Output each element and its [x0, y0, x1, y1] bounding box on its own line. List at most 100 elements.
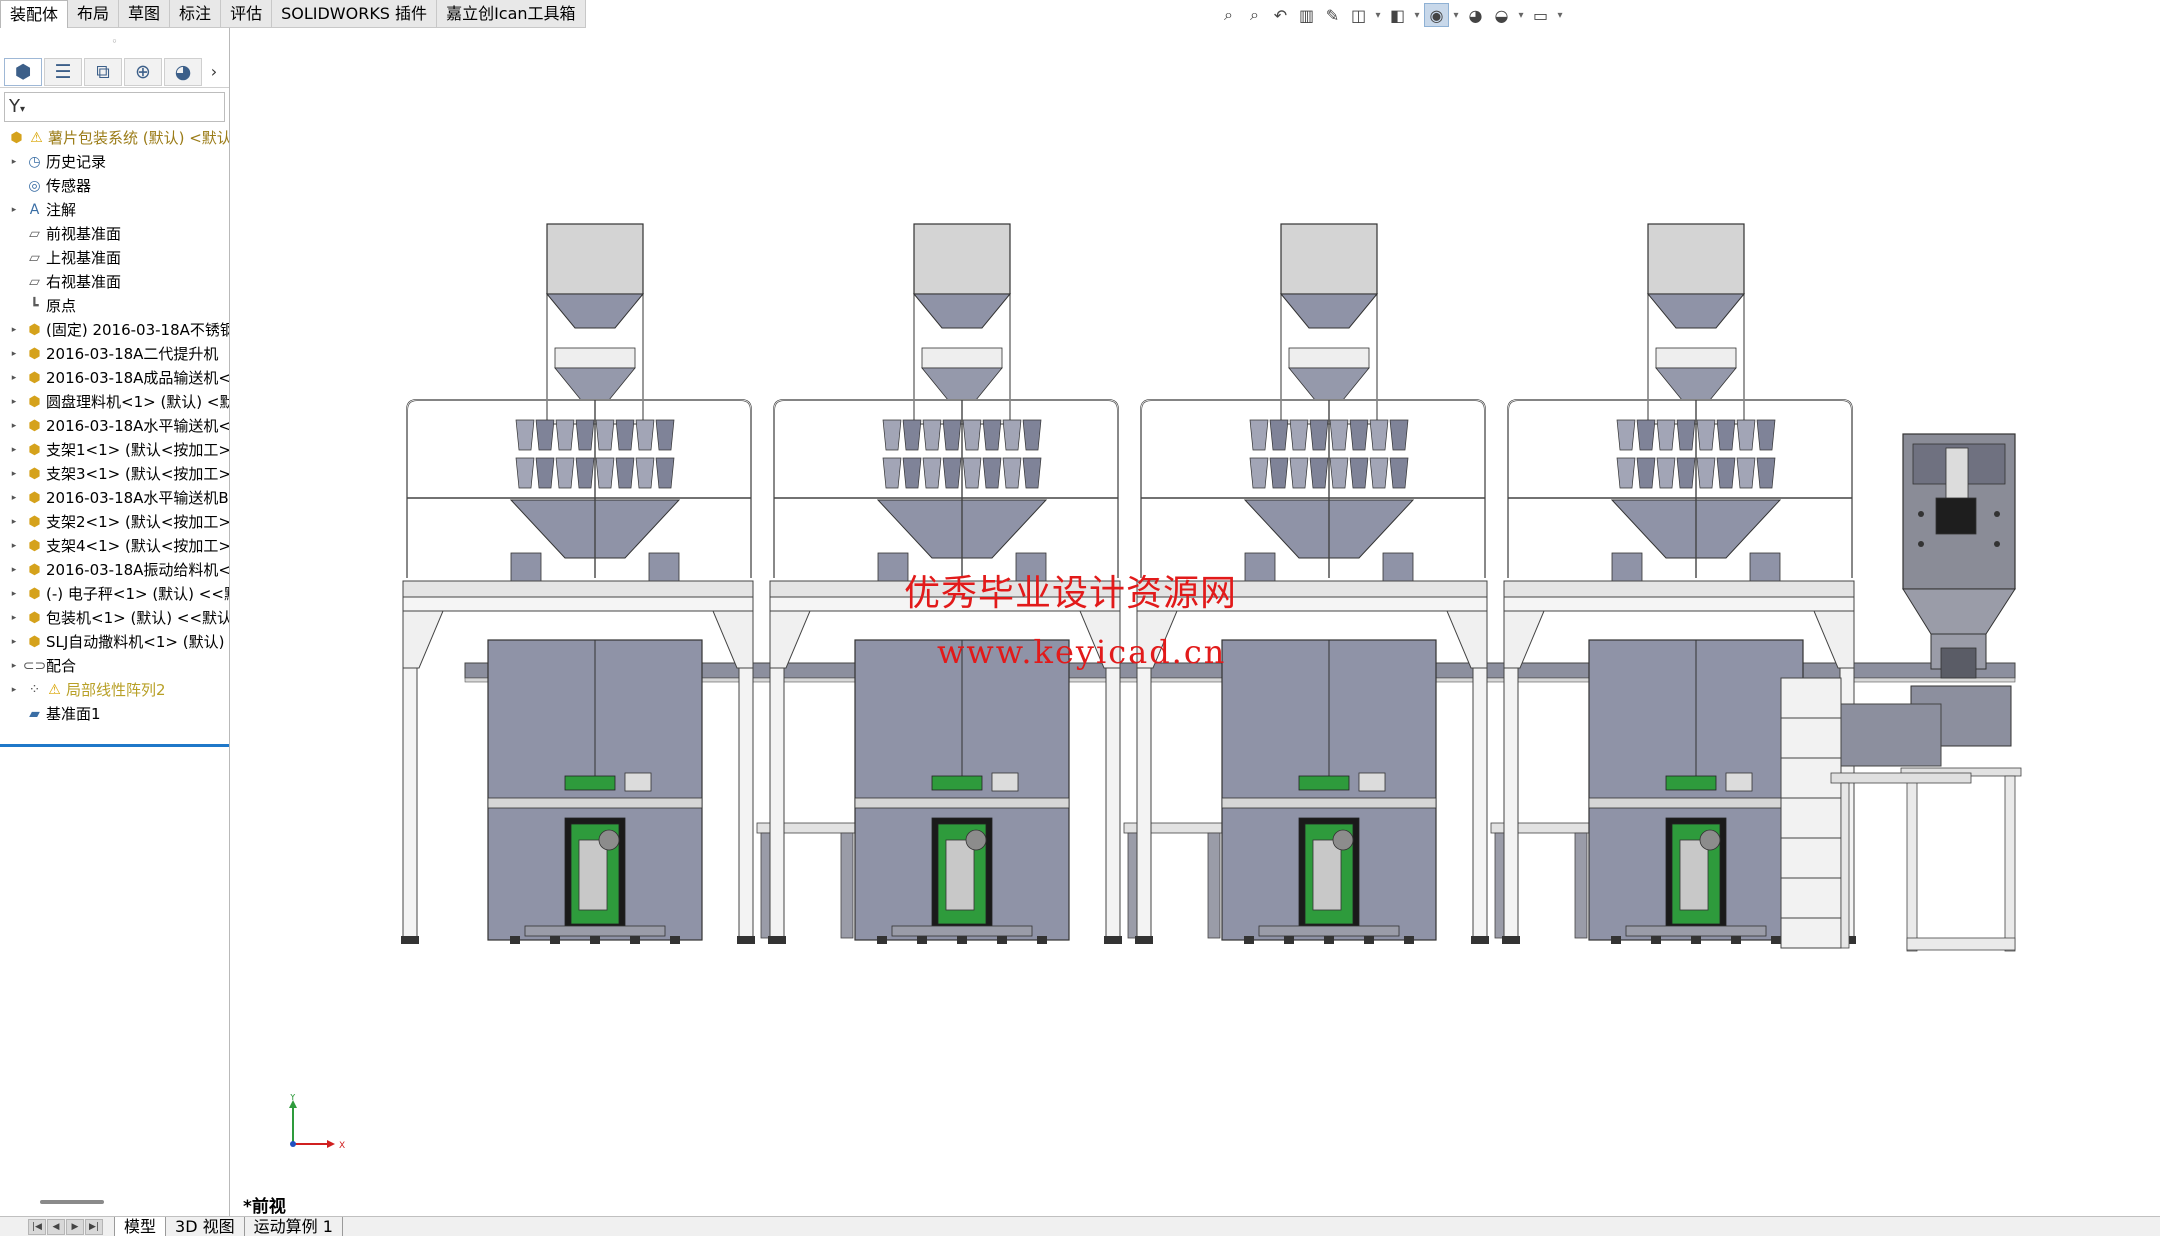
- expand-arrow-icon[interactable]: ▸: [9, 150, 19, 174]
- view-orientation-icon[interactable]: ◫: [1346, 3, 1371, 27]
- expand-arrow-icon[interactable]: ▸: [9, 390, 19, 414]
- tree-item[interactable]: ▸ ⬢ 支架1<1> (默认<按加工>: [0, 438, 229, 462]
- triad-y-label: Y: [289, 1094, 296, 1103]
- coordinate-triad: Y X: [289, 1094, 345, 1151]
- tree-item-label: 注解: [46, 201, 77, 219]
- tree-item[interactable]: ▸ A 注解: [0, 198, 229, 222]
- tree-item[interactable]: ▸ ⬢ 圆盘理料机<1> (默认) <默: [0, 390, 229, 414]
- tree-item[interactable]: ▸ ⬢ 2016-03-18A水平输送机B: [0, 486, 229, 510]
- horizontal-scrollbar[interactable]: [40, 1200, 104, 1204]
- tree-item[interactable]: ▸ ◷ 历史记录: [0, 150, 229, 174]
- expand-arrow-icon[interactable]: ▸: [9, 486, 19, 510]
- tab-scroll-button[interactable]: ▶: [66, 1218, 84, 1235]
- expand-arrow-icon[interactable]: ▸: [9, 198, 19, 222]
- tree-item[interactable]: ▱ 右视基准面: [0, 270, 229, 294]
- configuration-manager-icon[interactable]: ⧉: [84, 57, 122, 86]
- tree-item[interactable]: ▸ ⁘ ⚠ 局部线性阵列2: [0, 678, 229, 702]
- tree-item[interactable]: ▸ ⬢ 2016-03-18A振动给料机<: [0, 558, 229, 582]
- tree-item[interactable]: ▸ ⬢ 2016-03-18A成品输送机<: [0, 366, 229, 390]
- tree-item-label: 局部线性阵列2: [66, 681, 166, 699]
- expand-arrow-icon[interactable]: ▸: [9, 630, 19, 654]
- tree-item[interactable]: ▸ ⬢ ⚠ 薯片包装系统 (默认) <默认: [0, 126, 229, 150]
- edit-appearance-icon[interactable]: ◕: [1463, 3, 1488, 27]
- model-tabs: 模型 3D 视图 运动算例 1: [114, 1216, 343, 1236]
- expand-arrow-icon[interactable]: ▸: [9, 654, 19, 678]
- tree-item[interactable]: ▱ 前视基准面: [0, 222, 229, 246]
- tree-item-label: (固定) 2016-03-18A不锈钢: [46, 321, 229, 339]
- tree-item-label: SLJ自动撒料机<1> (默认): [46, 633, 225, 651]
- display-manager-icon[interactable]: ◕: [164, 57, 202, 86]
- panel-splitter-handle[interactable]: ◦: [0, 28, 229, 56]
- ribbon-tab[interactable]: 评估: [221, 0, 273, 28]
- expand-arrow-icon[interactable]: ▸: [9, 558, 19, 582]
- property-manager-icon[interactable]: ☰: [44, 57, 82, 86]
- expand-arrow-icon[interactable]: ▸: [9, 510, 19, 534]
- ribbon-tab[interactable]: SOLIDWORKS 插件: [272, 0, 438, 28]
- tree-item[interactable]: ▸ ⬢ 2016-03-18A二代提升机: [0, 342, 229, 366]
- zoom-to-area-icon[interactable]: ⌕: [1242, 3, 1267, 27]
- heads-up-view-toolbar: ⌕ ⌕ ↶ ▥ ✎ ◫ ▾ ◧ ▾ ◉ ▾ ◕ ◒ ▾ ▭ ▾: [1216, 3, 1566, 27]
- tree-item[interactable]: ▸ ⬢ (固定) 2016-03-18A不锈钢: [0, 318, 229, 342]
- tab-scroll-button[interactable]: |◀: [28, 1218, 46, 1235]
- chevron-down-icon[interactable]: ▾: [1515, 3, 1527, 27]
- apply-scene-icon[interactable]: ◒: [1489, 3, 1514, 27]
- part-icon: ⬢: [28, 394, 41, 410]
- ribbon-tab[interactable]: 标注: [170, 0, 222, 28]
- more-tabs-icon[interactable]: ›: [204, 58, 224, 86]
- chevron-down-icon[interactable]: ▾: [1372, 3, 1384, 27]
- tree-item-label: 圆盘理料机<1> (默认) <默: [46, 393, 229, 411]
- display-style-icon[interactable]: ◧: [1385, 3, 1410, 27]
- filter-input[interactable]: Y▾: [4, 92, 225, 122]
- ribbon-tab[interactable]: 布局: [68, 0, 120, 28]
- chevron-down-icon[interactable]: ▾: [1554, 3, 1566, 27]
- chevron-down-icon[interactable]: ▾: [1450, 3, 1462, 27]
- expand-arrow-icon[interactable]: ▸: [9, 414, 19, 438]
- tree-item[interactable]: ▸ ⬢ 支架3<1> (默认<按加工>: [0, 462, 229, 486]
- tree-item-label: 2016-03-18A水平输送机<: [46, 417, 229, 435]
- tree-item[interactable]: ▸ ⬢ 包装机<1> (默认) <<默认: [0, 606, 229, 630]
- tab-motion-study[interactable]: 运动算例 1: [243, 1216, 343, 1236]
- part-icon: ⬢: [28, 370, 41, 386]
- expand-arrow-icon[interactable]: ▸: [9, 606, 19, 630]
- tree-item[interactable]: ◎ 传感器: [0, 174, 229, 198]
- tree-item-label: 2016-03-18A二代提升机: [46, 345, 219, 363]
- expand-arrow-icon[interactable]: ▸: [9, 678, 19, 702]
- ribbon-tab[interactable]: 装配体: [0, 0, 69, 28]
- expand-arrow-icon[interactable]: ▸: [9, 366, 19, 390]
- ribbon-tab[interactable]: 草图: [119, 0, 171, 28]
- expand-arrow-icon[interactable]: ▸: [9, 534, 19, 558]
- part-icon: ⬢: [28, 514, 41, 530]
- tree-item[interactable]: ▰ 基准面1: [0, 702, 229, 726]
- expand-arrow-icon[interactable]: ▸: [9, 342, 19, 366]
- ribbon-tab[interactable]: 嘉立创Ican工具箱: [437, 0, 586, 28]
- feature-manager-icon[interactable]: ⬢: [4, 57, 42, 86]
- previous-view-icon[interactable]: ↶: [1268, 3, 1293, 27]
- tab-scroll-button[interactable]: ◀: [47, 1218, 65, 1235]
- section-view-icon[interactable]: ▥: [1294, 3, 1319, 27]
- graphics-area[interactable]: 优秀毕业设计资源网 www.keyicad.cn Y X *前视: [231, 28, 2160, 1217]
- tree-item[interactable]: ▸ ⬢ 2016-03-18A水平输送机<: [0, 414, 229, 438]
- hide-show-items-icon[interactable]: ◉: [1424, 3, 1449, 27]
- chevron-down-icon[interactable]: ▾: [1411, 3, 1423, 27]
- tree-item[interactable]: ▸ ⬢ (-) 电子秤<1> (默认) <<默: [0, 582, 229, 606]
- tab-scroll-button[interactable]: ▶|: [85, 1218, 103, 1235]
- tree-item[interactable]: ▸ ⊂⊃ 配合: [0, 654, 229, 678]
- command-manager: 装配体 布局 草图 标注 评估 SOLIDWORKS 插件 嘉立创Ican工具箱 ⌕ ⌕ ↶ ▥ ✎…: [0, 0, 2160, 28]
- rollback-bar[interactable]: [0, 744, 229, 747]
- view-settings-icon[interactable]: ▭: [1528, 3, 1553, 27]
- filter-icon: Y: [9, 96, 20, 117]
- tab-3d-view[interactable]: 3D 视图: [165, 1216, 245, 1236]
- tree-item[interactable]: ┗ 原点: [0, 294, 229, 318]
- dimxpert-icon[interactable]: ⊕: [124, 57, 162, 86]
- tree-item[interactable]: ▱ 上视基准面: [0, 246, 229, 270]
- expand-arrow-icon[interactable]: ▸: [9, 582, 19, 606]
- expand-arrow-icon[interactable]: ▸: [9, 318, 19, 342]
- tree-item[interactable]: ▸ ⬢ 支架2<1> (默认<按加工>: [0, 510, 229, 534]
- tree-item[interactable]: ▸ ⬢ SLJ自动撒料机<1> (默认): [0, 630, 229, 654]
- tree-item[interactable]: ▸ ⬢ 支架4<1> (默认<按加工>: [0, 534, 229, 558]
- expand-arrow-icon[interactable]: ▸: [9, 462, 19, 486]
- zoom-to-fit-icon[interactable]: ⌕: [1216, 3, 1241, 27]
- dynamic-annotation-icon[interactable]: ✎: [1320, 3, 1345, 27]
- tab-model[interactable]: 模型: [114, 1216, 167, 1236]
- expand-arrow-icon[interactable]: ▸: [9, 438, 19, 462]
